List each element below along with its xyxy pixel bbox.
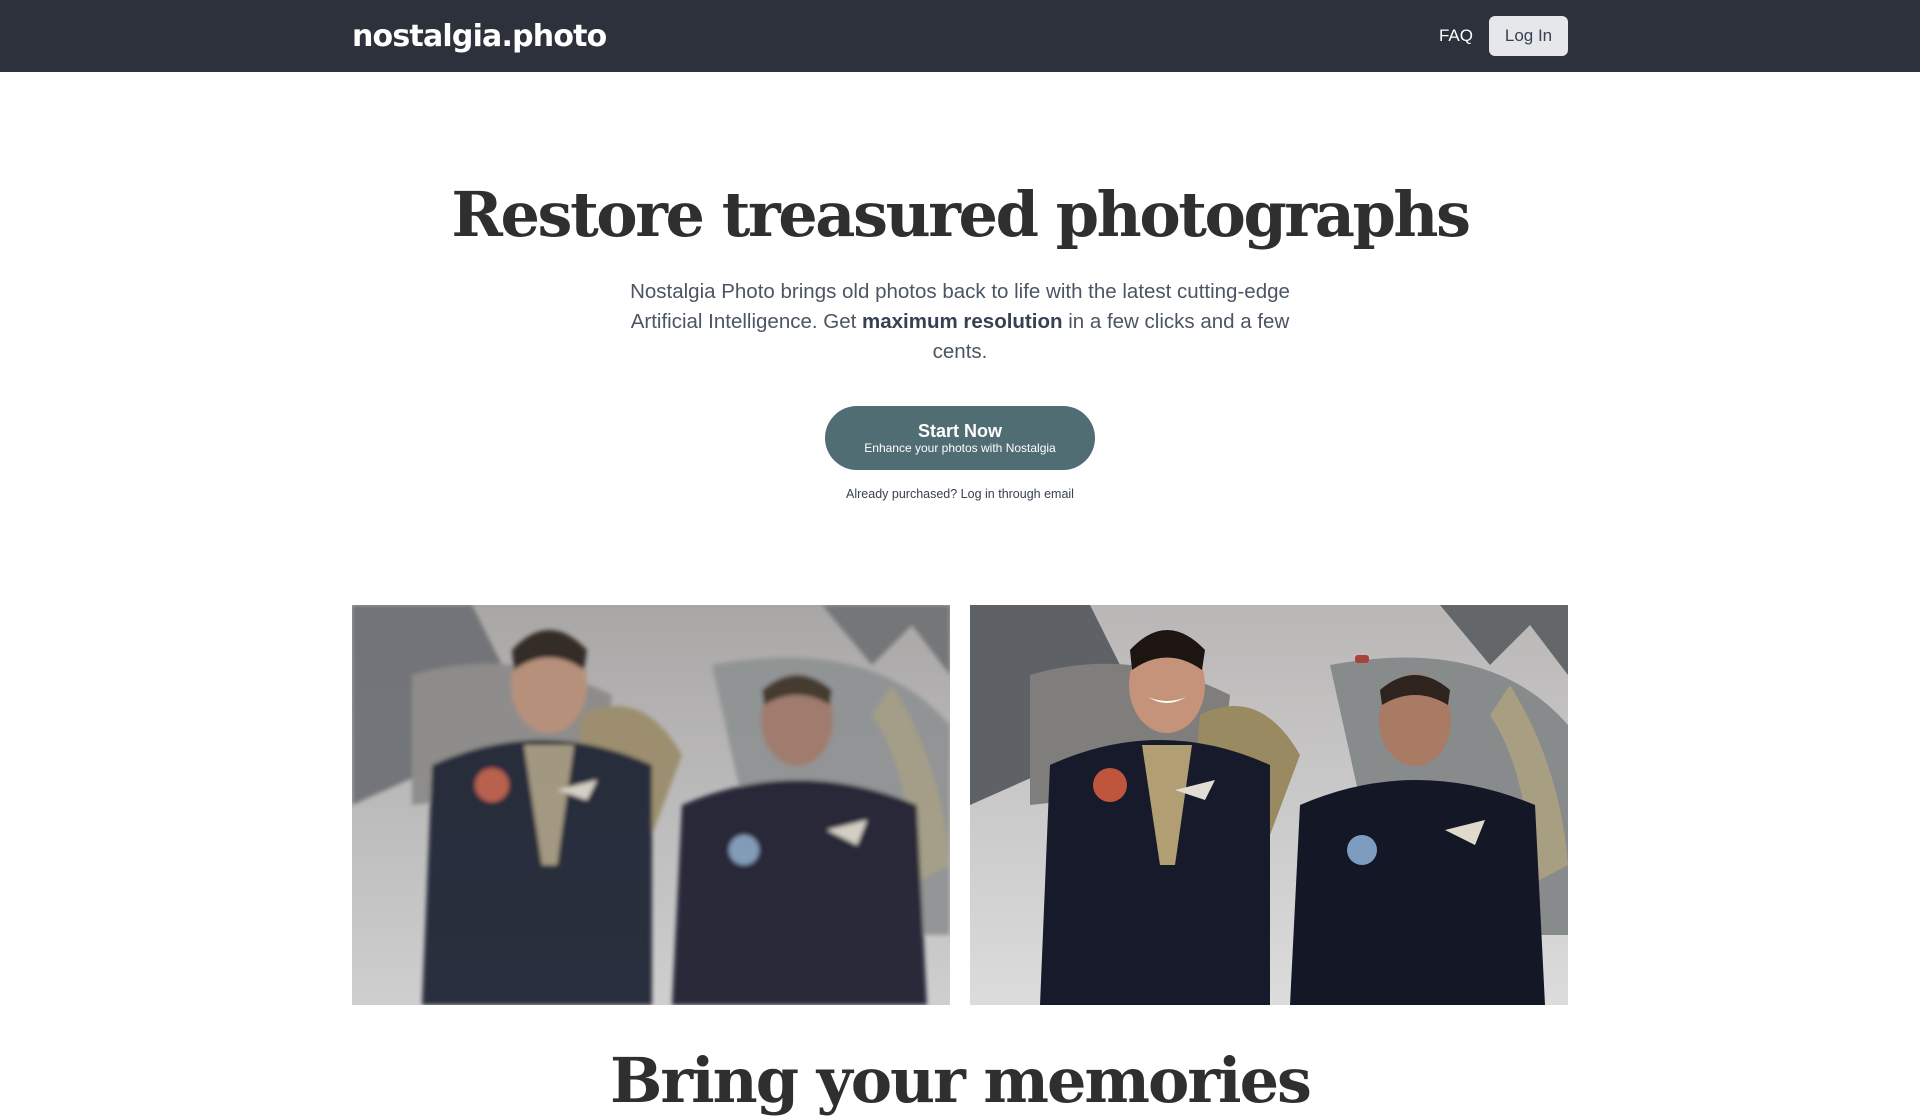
faq-link[interactable]: FAQ	[1439, 26, 1473, 46]
hero-subtitle-emphasis: maximum resolution	[862, 310, 1063, 333]
login-button[interactable]: Log In	[1489, 16, 1568, 56]
before-photo	[352, 605, 950, 1005]
after-photo	[970, 605, 1568, 1005]
email-login-link[interactable]: Already purchased? Log in through email	[0, 487, 1920, 501]
top-nav-inner: nostalgia.photo FAQ Log In	[352, 0, 1568, 72]
after-photo-image	[970, 605, 1568, 1005]
hero-title: Restore treasured photographs	[451, 178, 1471, 251]
brand-logo-link[interactable]: nostalgia.photo	[352, 19, 607, 54]
start-now-sublabel: Enhance your photos with Nostalgia	[864, 440, 1056, 455]
hero-subtitle: Nostalgia Photo brings old photos back t…	[630, 277, 1290, 367]
start-now-label: Start Now	[917, 420, 1002, 441]
top-nav-links: FAQ Log In	[1439, 16, 1568, 56]
start-now-button[interactable]: Start Now Enhance your photos with Nosta…	[825, 406, 1095, 470]
next-section-heading: Bring your memories	[610, 1044, 1312, 1117]
top-nav-bar: nostalgia.photo FAQ Log In	[0, 0, 1920, 72]
before-photo-image	[352, 605, 950, 1005]
